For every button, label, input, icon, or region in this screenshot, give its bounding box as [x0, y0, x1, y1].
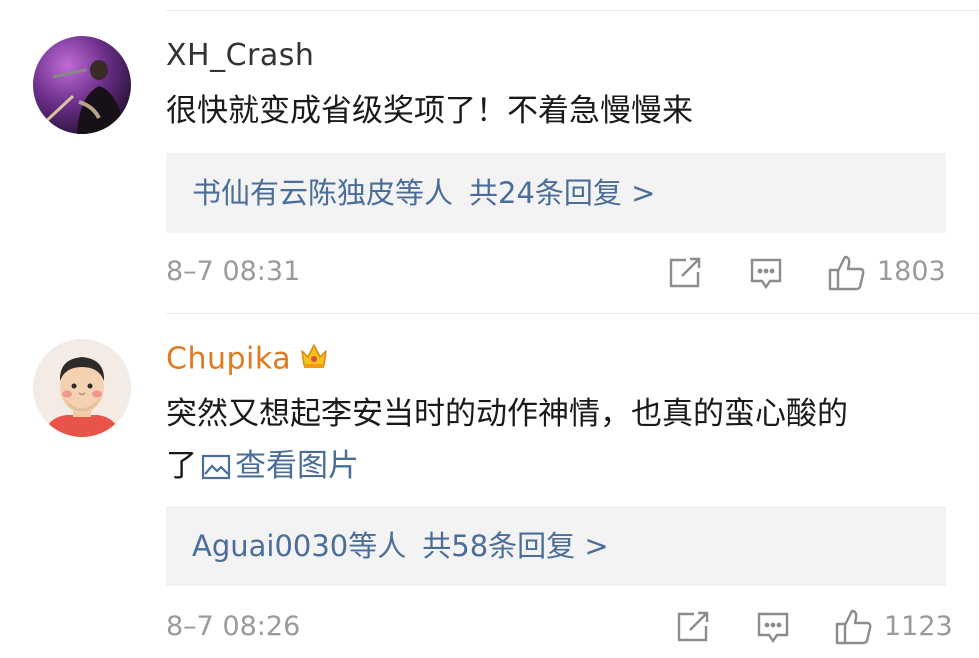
- reply-users: 书仙有云陈独皮等人: [192, 176, 454, 210]
- picture-icon[interactable]: [201, 441, 231, 499]
- thumbs-up-icon[interactable]: [828, 254, 866, 296]
- avatar-image: [33, 339, 131, 437]
- comment-text-tail: 了: [166, 448, 197, 484]
- replies-summary[interactable]: Aguai0030等人 共58条回复 >: [192, 506, 609, 586]
- like-count: 1123: [884, 611, 953, 642]
- vip-crown-icon: [299, 341, 329, 379]
- comment-icon[interactable]: [749, 257, 783, 295]
- username[interactable]: Chupika: [166, 342, 291, 377]
- replies-summary[interactable]: 书仙有云陈独皮等人 共24条回复 >: [192, 153, 655, 233]
- replies-preview[interactable]: Aguai0030等人 共58条回复 >: [166, 506, 946, 586]
- avatar-image: [33, 36, 131, 134]
- like-count: 1803: [877, 256, 946, 287]
- share-icon[interactable]: [668, 257, 702, 293]
- reply-count-link[interactable]: 共24条回复 >: [469, 176, 655, 210]
- timestamp: 8–7 08:26: [166, 611, 301, 642]
- replies-preview[interactable]: 书仙有云陈独皮等人 共24条回复 >: [166, 153, 946, 233]
- divider: [166, 313, 979, 314]
- view-image-link[interactable]: 查看图片: [235, 448, 359, 484]
- username-row: Chupika: [166, 341, 329, 379]
- avatar[interactable]: [33, 339, 131, 437]
- comment-icon[interactable]: [756, 611, 790, 649]
- thumbs-up-icon[interactable]: [835, 608, 873, 650]
- username[interactable]: XH_Crash: [166, 38, 314, 73]
- comment-text-line2: 了 查看图片: [166, 437, 359, 499]
- share-icon[interactable]: [676, 611, 710, 647]
- comment-text: 很快就变成省级奖项了！不着急慢慢来: [166, 93, 693, 129]
- reply-count-link[interactable]: 共58条回复 >: [422, 529, 608, 563]
- comment-text: 突然又想起李安当时的动作神情，也真的蛮心酸的: [166, 396, 848, 432]
- reply-users: Aguai0030等人: [192, 529, 407, 563]
- avatar[interactable]: [33, 36, 131, 134]
- divider-top: [166, 10, 979, 11]
- timestamp: 8–7 08:31: [166, 256, 301, 287]
